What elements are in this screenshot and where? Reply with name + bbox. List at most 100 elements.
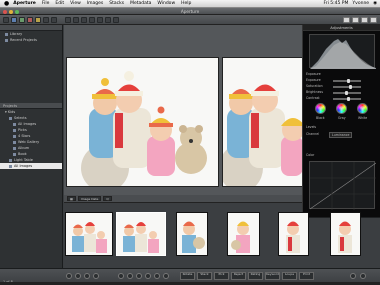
bottom-button-pick[interactable]: Pick bbox=[214, 272, 229, 280]
filmstrip-thumbnail[interactable] bbox=[66, 213, 112, 255]
rotate-left-icon[interactable] bbox=[65, 16, 71, 23]
saturation-slider[interactable] bbox=[333, 84, 361, 89]
primary-photo[interactable] bbox=[67, 58, 218, 186]
export-icon[interactable] bbox=[27, 16, 33, 23]
menu-item-help[interactable]: Help bbox=[181, 1, 191, 6]
filmstrip-thumbnail[interactable] bbox=[228, 213, 259, 255]
pick-icon[interactable] bbox=[136, 273, 142, 279]
section-levels[interactable]: Levels bbox=[306, 125, 316, 129]
menu-item-images[interactable]: Images bbox=[87, 1, 103, 6]
layout-browser-icon[interactable] bbox=[343, 16, 350, 23]
demote-icon[interactable] bbox=[154, 273, 160, 279]
menu-item-file[interactable]: File bbox=[42, 1, 50, 6]
levels-curve bbox=[309, 162, 377, 210]
email-icon[interactable] bbox=[35, 16, 41, 23]
promote-icon[interactable] bbox=[145, 273, 151, 279]
recent-projects-row[interactable]: Recent Projects bbox=[0, 37, 62, 43]
spotlight-icon[interactable]: ◉ bbox=[373, 1, 377, 6]
lift-stamp-icon[interactable] bbox=[113, 16, 119, 23]
bottom-button-print[interactable]: Print bbox=[299, 272, 314, 280]
layout-viewer-icon[interactable] bbox=[352, 16, 359, 23]
web-gallery-icon bbox=[13, 140, 16, 144]
bottom-button-reject[interactable]: Reject bbox=[231, 272, 246, 280]
wheel-gray-label: Gray bbox=[338, 116, 346, 120]
zoom-icon[interactable] bbox=[84, 273, 90, 279]
filmstrip-thumbnail[interactable] bbox=[331, 213, 360, 255]
reject-icon[interactable] bbox=[163, 273, 169, 279]
hud-title: Adjustments bbox=[303, 25, 380, 31]
contrast-slider[interactable] bbox=[333, 96, 361, 101]
filmstrip-thumbnail-selected[interactable] bbox=[117, 213, 165, 255]
minimize-window-icon[interactable] bbox=[9, 9, 13, 14]
bottom-button-rotate[interactable]: Rotate bbox=[180, 272, 195, 280]
previous-image-icon[interactable] bbox=[66, 273, 72, 279]
wheel-black-label: Black bbox=[316, 116, 325, 120]
straighten-icon[interactable] bbox=[89, 16, 95, 23]
bottom-button-stack[interactable]: Stack bbox=[197, 272, 212, 280]
levels-channel-label: Channel bbox=[306, 132, 320, 136]
gray-color-wheel[interactable] bbox=[336, 103, 347, 114]
zoom-window-icon[interactable] bbox=[15, 9, 19, 14]
section-exposure[interactable]: Exposure bbox=[306, 72, 321, 76]
black-color-wheel[interactable] bbox=[315, 103, 326, 114]
bottom-button-loupe[interactable]: Loupe bbox=[282, 272, 297, 280]
menu-bar-extras: Fri 5:45 PM Yvonne ◉ bbox=[319, 1, 377, 6]
white-color-wheel[interactable] bbox=[357, 103, 368, 114]
levels-channel-select[interactable]: Luminance bbox=[329, 132, 353, 138]
menu-item-metadata[interactable]: Metadata bbox=[130, 1, 151, 6]
menu-clock[interactable]: Fri 5:45 PM bbox=[323, 1, 348, 6]
spot-patch-icon[interactable] bbox=[105, 16, 111, 23]
children-photo-image bbox=[223, 58, 302, 186]
album-row-label: Selects bbox=[14, 116, 27, 120]
red-eye-icon[interactable] bbox=[97, 16, 103, 23]
layout-split-icon[interactable] bbox=[361, 16, 368, 23]
close-window-icon[interactable] bbox=[3, 9, 7, 14]
album-row-label: All Images bbox=[14, 164, 33, 168]
children-photo-image bbox=[67, 58, 218, 186]
exposure-slider[interactable] bbox=[333, 78, 361, 83]
window-title-bar: Aperture bbox=[0, 8, 380, 15]
import-icon[interactable] bbox=[19, 16, 25, 23]
secondary-photo[interactable] bbox=[223, 58, 302, 186]
menu-bar: ● Aperture File Edit View Images Stacks … bbox=[0, 0, 380, 8]
aperture-screen: ● Aperture File Edit View Images Stacks … bbox=[0, 0, 380, 285]
rotate-icon[interactable] bbox=[93, 273, 99, 279]
new-project-icon[interactable] bbox=[3, 16, 9, 23]
thumbnail-image bbox=[177, 213, 207, 255]
apple-menu-icon[interactable]: ● bbox=[4, 0, 9, 7]
menu-item-edit[interactable]: Edit bbox=[55, 1, 64, 6]
image-viewer bbox=[64, 25, 302, 195]
fullscreen-icon[interactable] bbox=[370, 16, 377, 23]
filmstrip-thumbnail[interactable] bbox=[177, 213, 207, 255]
menu-user[interactable]: Yvonne bbox=[352, 1, 369, 6]
rotate-right-icon[interactable] bbox=[73, 16, 79, 23]
next-image-icon[interactable] bbox=[75, 273, 81, 279]
book-icon bbox=[13, 152, 16, 156]
fullscreen-toggle-icon[interactable] bbox=[350, 273, 356, 279]
settings-icon[interactable] bbox=[360, 273, 366, 279]
bottom-button-keyword[interactable]: Keyword bbox=[265, 272, 280, 280]
unstack-icon[interactable] bbox=[127, 273, 133, 279]
wheel-white-label: White bbox=[358, 116, 368, 120]
section-color[interactable]: Color bbox=[306, 153, 314, 157]
brightness-slider[interactable] bbox=[333, 90, 361, 95]
new-album-icon[interactable] bbox=[11, 16, 17, 23]
window-controls bbox=[3, 9, 21, 14]
filmstrip-view-button[interactable]: ▦ bbox=[67, 196, 76, 201]
book-icon[interactable] bbox=[51, 16, 57, 23]
filmstrip-sort-select[interactable]: Image Date bbox=[77, 196, 102, 201]
menu-item-stacks[interactable]: Stacks bbox=[109, 1, 124, 6]
crop-icon[interactable] bbox=[81, 16, 87, 23]
menu-item-window[interactable]: Window bbox=[157, 1, 175, 6]
filmstrip-filter-field[interactable]: Q bbox=[103, 196, 112, 201]
album-row-selected[interactable]: All Images bbox=[0, 163, 62, 169]
levels-graph[interactable] bbox=[309, 161, 377, 210]
stack-icon[interactable] bbox=[118, 273, 124, 279]
project-row-label: Kids bbox=[7, 110, 16, 114]
menu-item-view[interactable]: View bbox=[70, 1, 81, 6]
bottom-button-rating[interactable]: Rating bbox=[248, 272, 263, 280]
recent-row-label: Recent Projects bbox=[10, 38, 38, 42]
web-gallery-icon[interactable] bbox=[43, 16, 49, 23]
filmstrip-thumbnail[interactable] bbox=[279, 213, 308, 255]
menu-item-app[interactable]: Aperture bbox=[13, 1, 36, 6]
